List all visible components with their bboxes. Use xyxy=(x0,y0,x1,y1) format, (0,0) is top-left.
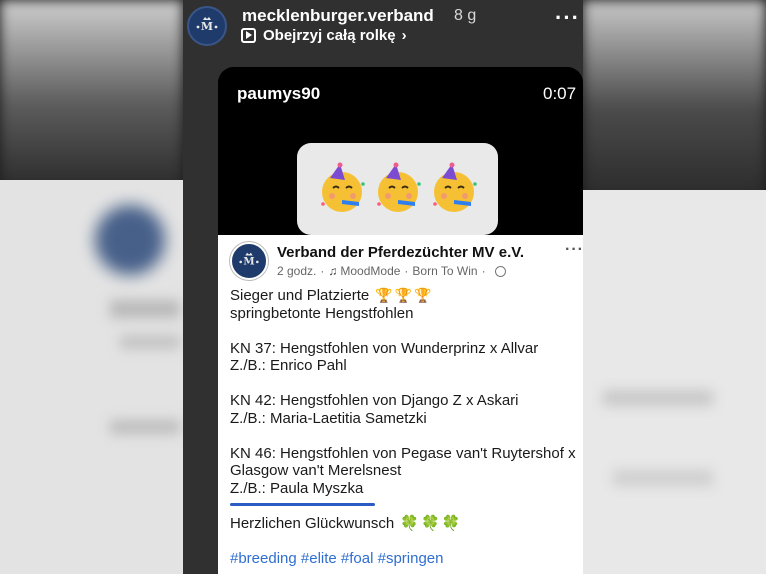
clover-icon: 🍀 xyxy=(441,514,461,532)
ellipsis-icon[interactable]: ··· xyxy=(555,7,580,29)
account-username[interactable]: mecklenburger.verband xyxy=(242,6,434,26)
meta-separator: · xyxy=(481,264,486,278)
partying-face-icon xyxy=(432,162,477,212)
story-header: M mecklenburger.verband 8 g ··· Obejrzyj… xyxy=(183,0,583,56)
reel-link-label: Obejrzyj całą rolkę xyxy=(263,27,396,44)
post-line: Herzlichen Glückwunsch 🍀 🍀 🍀 xyxy=(230,515,580,533)
crest-logo-icon: M xyxy=(239,252,259,268)
emoji-sticker xyxy=(297,143,498,235)
video-username: paumys90 xyxy=(237,84,321,103)
ellipsis-icon[interactable]: ··· xyxy=(565,241,583,259)
post-line: KN 37: Hengstfohlen von Wunderprinz x Al… xyxy=(230,339,539,357)
chevron-right-icon: › xyxy=(401,27,407,44)
crest-logo-icon: M xyxy=(196,17,218,33)
post-meta: 2 godz. · ♫ MoodMode · Born To Win · xyxy=(277,264,506,278)
music-artist[interactable]: MoodMode xyxy=(340,264,400,278)
post-line: Z./B.: Maria-Laetitia Sametzki xyxy=(230,409,427,427)
blurred-background-left xyxy=(0,0,183,574)
blurred-background-right xyxy=(583,0,766,574)
story-time-ago: 8 g xyxy=(454,7,477,24)
partying-face-icon xyxy=(376,162,421,212)
post-line-text: Sieger und Platzierte xyxy=(230,287,370,304)
post-line: Z./B.: Paula Myszka xyxy=(230,479,364,497)
hashtags[interactable]: #breeding #elite #foal #springen xyxy=(230,550,580,568)
story-viewer: M mecklenburger.verband 8 g ··· Obejrzyj… xyxy=(183,0,583,574)
post-line: KN 46: Hengstfohlen von Pegase van't Ruy… xyxy=(230,444,576,462)
svg-text:M: M xyxy=(201,20,213,33)
post-line: Sieger und Platzierte 🏆 🏆 🏆 xyxy=(230,287,580,305)
partying-face-icon xyxy=(320,162,365,212)
clover-icon: 🍀 xyxy=(400,514,420,532)
svg-text:M: M xyxy=(243,256,254,268)
highlight-underline xyxy=(230,503,375,506)
post-line: KN 42: Hengstfohlen von Django Z x Askar… xyxy=(230,392,519,409)
shared-post-card: M Verband der Pferdezüchter MV e.V. ··· … xyxy=(218,235,583,574)
reel-preview[interactable]: paumys90 0:07 M Verband der Pferdezüchte… xyxy=(218,67,583,574)
post-line: springbetonte Hengstfohlen xyxy=(230,304,414,322)
watch-full-reel-link[interactable]: Obejrzyj całą rolkę › xyxy=(241,27,407,44)
post-line-text: Herzlichen Glückwunsch xyxy=(230,514,395,532)
clover-icon: 🍀 xyxy=(421,514,440,532)
trophy-icon: 🏆 xyxy=(414,287,432,303)
video-timestamp: 0:07 xyxy=(543,84,577,103)
post-line: Glasgow van't Merelsnest xyxy=(230,462,402,479)
meta-separator: · xyxy=(320,264,325,278)
trophy-icon: 🏆 xyxy=(375,287,393,303)
post-author-name[interactable]: Verband der Pferdezüchter MV e.V. xyxy=(277,244,524,261)
post-line: Z./B.: Enrico Pahl xyxy=(230,357,347,374)
music-song[interactable]: Born To Win xyxy=(412,264,477,278)
account-avatar[interactable]: M xyxy=(187,6,227,46)
video-frame: paumys90 0:07 xyxy=(218,67,583,235)
post-author-avatar[interactable]: M xyxy=(230,242,268,280)
reel-play-icon xyxy=(241,28,256,43)
post-time: 2 godz. xyxy=(277,264,317,278)
post-text: Sieger und Platzierte 🏆 🏆 🏆 springbetonte … xyxy=(230,287,580,567)
meta-separator: · xyxy=(404,264,409,278)
music-note-icon: ♫ xyxy=(328,264,338,278)
trophy-icon: 🏆 xyxy=(394,287,413,303)
globe-icon xyxy=(494,265,506,277)
